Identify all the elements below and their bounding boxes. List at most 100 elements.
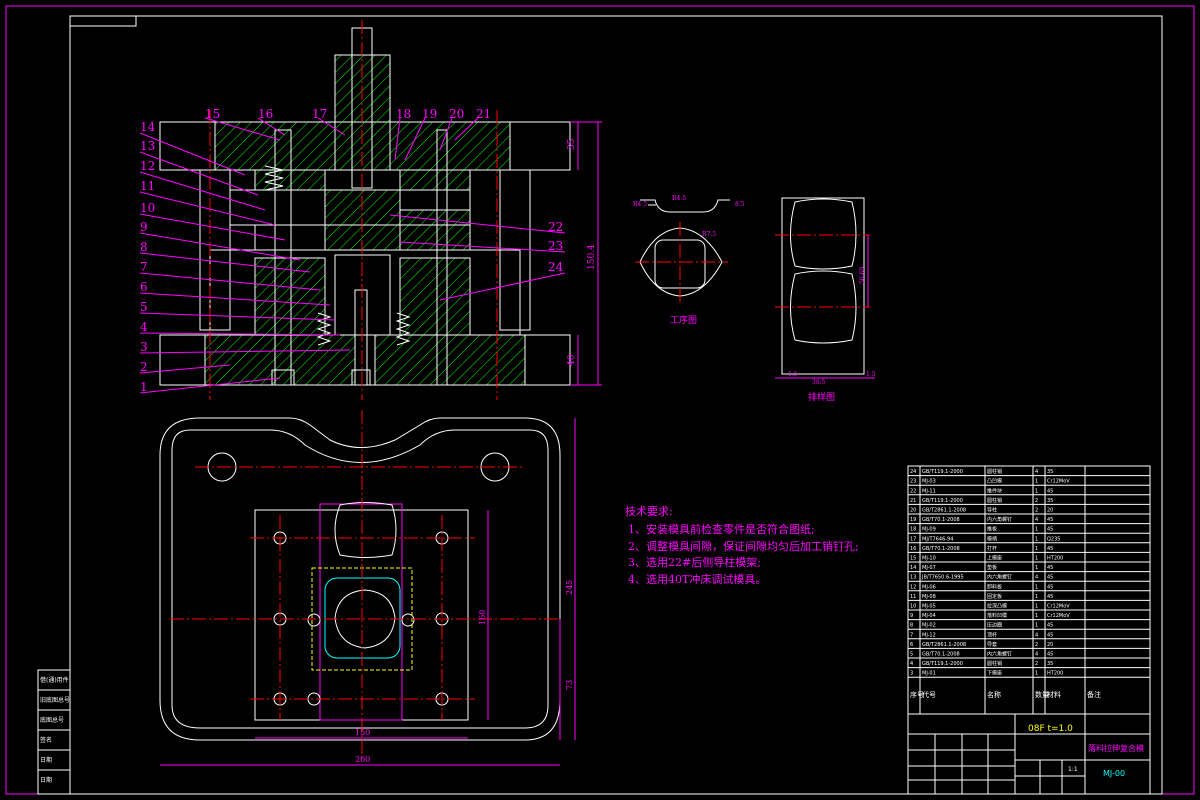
strip-right: 1.5 [866,371,876,378]
strip-text-1: 旧底图总号 [40,696,70,704]
bom-cell: 45 [1047,575,1053,581]
strip-layout: 56.69 1.5 38.5 1.5 排样图 [775,197,876,403]
bom-cell: 2 [1035,508,1038,514]
bom-cell: JB/T7650.6-1995 [921,575,964,581]
bom-cell: 推件块 [987,487,1002,494]
bom-cell: MJ-05 [922,604,936,610]
pn-20: 20 [449,107,464,121]
bom-cell: 13 [910,575,916,581]
bom-cell: MJ-06 [922,584,936,590]
bom-cell: 6 [910,642,913,648]
bom-cell: 45 [1047,623,1053,629]
bom-cell: 圆柱销 [987,497,1002,504]
bom-cell: 1 [1035,604,1038,610]
bom-cell: 21 [910,498,916,504]
bom-cell: 圆柱销 [987,468,1002,475]
strip-layout-label: 排样图 [808,391,835,403]
bom-cell: 2 [1035,498,1038,504]
bom-cell: 1 [1035,527,1038,533]
bom-cell: MJ-04 [922,613,936,619]
bom-cell: 内六角螺钉 [987,516,1012,523]
bom-cell: 45 [1047,527,1053,533]
bom-cell: Cr12MoV [1047,479,1070,485]
strip-pitch: 56.69 [859,267,866,284]
bom-header-cell: 材料 [1047,690,1061,699]
pv-arc: R7.5 [702,231,716,238]
bom-cell: 19 [910,517,916,523]
corner-box [69,15,137,27]
bom-cell: 模柄 [987,535,997,542]
pv-r-left: R4.5 [633,201,647,208]
bom-cell: 35 [1047,469,1053,475]
bom-cell: GB/T119.1-2000 [922,469,963,475]
strip-width: 38.5 [812,379,826,386]
pn-19: 19 [422,107,437,121]
bom-cell: 8 [910,623,913,629]
bom-cell: 5 [910,652,913,658]
pn-11: 11 [140,179,155,193]
bom-cell: 10 [910,604,916,610]
bom-cell: 圆柱销 [987,660,1002,667]
bom-cell: 1 [1035,671,1038,677]
bom-cell: 45 [1047,594,1053,600]
title-block: 08F t=1.0 落料拉伸复合模 MJ-00 1:1 [907,713,1151,795]
bom-cell: Cr12MoV [1047,613,1070,619]
dim-160: 160 [478,610,487,625]
bom-cell: 45 [1047,517,1053,523]
tech-item-3: 3、选用22#后侧导柱模架; [628,555,761,569]
bom-cell: 45 [1047,488,1053,494]
plan-view: 200 150 245 160 73 [159,410,576,766]
bom-cell: 1 [1035,536,1038,542]
pn-5: 5 [140,300,148,314]
bom-cell: 落料凹模 [987,612,1007,619]
bom-cell: GB/T119.1-2000 [922,498,963,504]
pn-16: 16 [258,107,273,121]
pn-3: 3 [140,340,148,354]
bom-cell: 14 [910,565,916,571]
dim-150: 150.4 [587,244,597,270]
drawing-no: MJ-00 [1103,769,1125,778]
bom-cell: 23 [910,479,916,485]
tech-item-4: 4、选用40T冲床调试模具。 [628,572,766,586]
bom-cell: GB/T2861.1-2008 [922,508,966,514]
pn-14: 14 [140,120,156,134]
bom-cell: 1 [1035,584,1038,590]
bom-cell: MJ-09 [922,527,936,533]
bom-cell: GB/T70.1-2008 [922,546,960,552]
bom-cell: 导套 [987,641,997,648]
bom-cell: 45 [1047,546,1053,552]
bom-cell: 45 [1047,652,1053,658]
drawing-name: 落料拉伸复合模 [1088,743,1144,753]
outer-frame [5,5,1195,795]
bom-cell: 内六角螺钉 [987,574,1012,581]
bom-cell: 15 [910,556,916,562]
pn-15: 15 [205,107,220,121]
bom-header-cell: 代号 [922,690,936,699]
bom-cell: GB/T2861.1-2008 [922,642,966,648]
bom-cell: 4 [1035,517,1038,523]
bom-cell: HT200 [1047,671,1063,677]
bom-cell: 1 [1035,623,1038,629]
strip-left: 1.5 [788,371,798,378]
drawing-scale: 1:1 [1068,766,1078,773]
bom-cell: 1 [1035,613,1038,619]
pn-9: 9 [140,220,148,234]
bom-cell: MJ-01 [922,671,936,677]
dim-73: 73 [565,680,574,690]
bom-cell: Q235 [1047,536,1060,542]
bom-cell: 11 [910,594,916,600]
bom-cell: 4 [1035,575,1038,581]
bom-cell: MJ-02 [922,623,936,629]
tech-title: 技术要求: [625,505,673,518]
section-dimensions: 35 150.4 40 [567,121,602,386]
drawing-canvas: 借(通)用件 旧底图总号 底图总号 签名 日期 日期 14 13 12 11 1… [5,5,1195,795]
pn-2: 2 [140,360,148,374]
pn-21: 21 [476,107,491,121]
bom-cell: 1 [1035,488,1038,494]
pn-17: 17 [312,107,327,121]
pv-side: 8.5 [735,201,745,208]
bom-cell: 压边圈 [987,622,1002,629]
bom-cell: 7 [910,632,913,638]
bom-cell: 16 [910,546,916,552]
bom-table: 24 GB/T119.1-2000 圆柱销 4 3523 MJ-03 凸凹模 1 Cr12MoV… [907,465,1151,715]
